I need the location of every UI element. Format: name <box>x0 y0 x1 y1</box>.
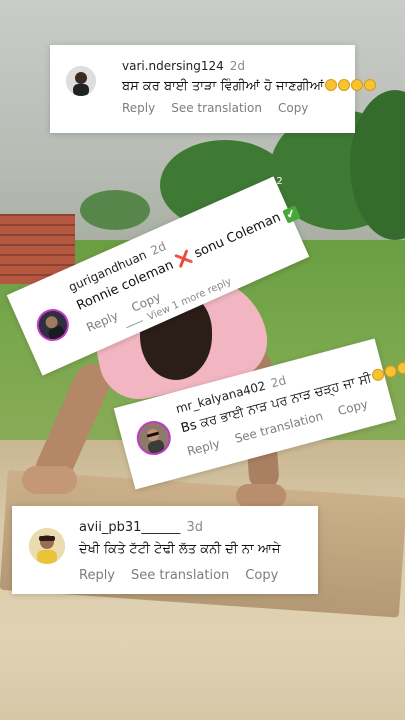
comment-age: 2d <box>269 373 288 391</box>
comment-username[interactable]: avii_pb31______ 3d <box>79 520 203 535</box>
laughing-emoji-icon <box>337 79 350 91</box>
laughing-emoji-icon <box>382 364 398 379</box>
cross-mark-icon: ❌ <box>173 249 195 270</box>
comment-age: 3d <box>186 520 203 535</box>
copy-button[interactable]: Copy <box>336 397 369 418</box>
reply-button[interactable]: Reply <box>79 568 115 583</box>
see-translation-button[interactable]: See translation <box>171 101 262 115</box>
see-translation-button[interactable]: See translation <box>131 568 229 583</box>
laughing-emoji-icon <box>363 79 376 91</box>
comment-actions: Reply See translation Copy <box>79 568 294 583</box>
laughing-emoji-icon <box>370 367 385 383</box>
comment-text: ਦੇਖੀ ਕਿਤੇ ਟੱਟੀ ਟੇਢੀ ਲੱਤ ਕਨੀ ਦੀ ਨਾ ਆਜੇ <box>79 542 281 557</box>
comment-age: 2d <box>229 59 246 73</box>
copy-button[interactable]: Copy <box>245 568 278 583</box>
comment-age: 2d <box>148 238 169 258</box>
comment-card: avii_pb31______ 3d ਦੇਖੀ ਕਿਤੇ ਟੱਟੀ ਟੇਢੀ ਲੱ… <box>12 506 318 594</box>
avatar[interactable] <box>132 417 175 459</box>
comment-actions: Reply See translation Copy <box>122 101 324 115</box>
laughing-emoji-icon <box>350 79 363 91</box>
avatar[interactable] <box>31 303 74 347</box>
laughing-emoji-icon <box>324 79 337 91</box>
comment-text: ਬਸ ਕਰ ਬਾਈ ਤਾੜਾ ਵਿੰਗੀਆਂ ਹੋ ਜਾਣਗੀਆਂ <box>122 79 376 94</box>
reply-button[interactable]: Reply <box>84 308 120 334</box>
avatar[interactable] <box>29 528 65 564</box>
laughing-emoji-icon <box>395 360 405 376</box>
avatar[interactable] <box>66 66 96 96</box>
comment-username[interactable]: vari.ndersing124 2d <box>122 59 245 73</box>
reply-button[interactable]: Reply <box>186 436 222 458</box>
copy-button[interactable]: Copy <box>278 101 308 115</box>
comment-card: vari.ndersing124 2d ਬਸ ਕਰ ਬਾਈ ਤਾੜਾ ਵਿੰਗੀਆ… <box>50 45 376 133</box>
reply-button[interactable]: Reply <box>122 101 155 115</box>
